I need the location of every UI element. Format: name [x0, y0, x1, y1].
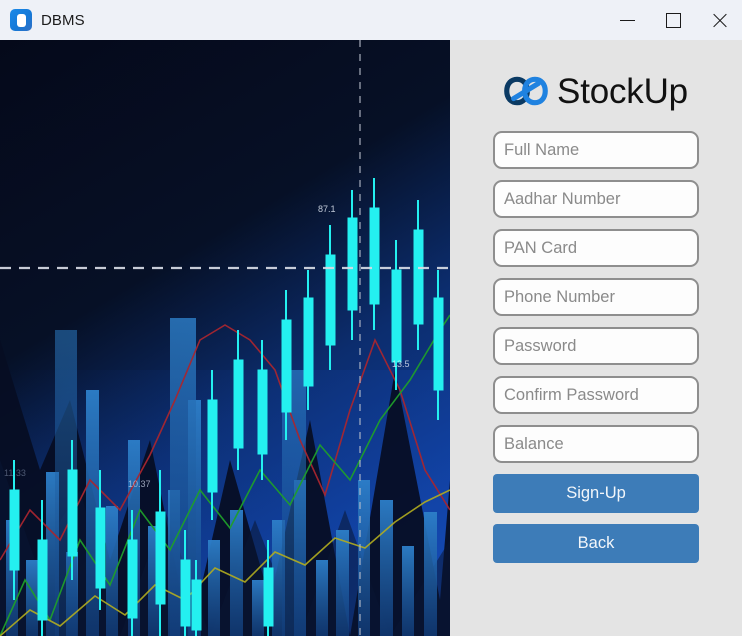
title-bar: DBMS [0, 0, 742, 40]
full-name-input[interactable] [493, 131, 699, 169]
stock-chart-illustration: 87.1 13.5 10.37 11.33 [0, 40, 450, 636]
chart-annotation-high: 87.1 [318, 204, 336, 214]
maximize-icon [665, 12, 681, 28]
back-button[interactable]: Back [493, 524, 699, 563]
close-icon [711, 12, 728, 29]
infinity-loops-logo [504, 76, 548, 106]
sign-up-button[interactable]: Sign-Up [493, 474, 699, 513]
window-title: DBMS [41, 11, 85, 29]
field-row-confirm-password [450, 365, 742, 414]
minimize-button[interactable] [604, 0, 650, 40]
window-controls [604, 0, 742, 40]
minimize-icon [619, 19, 635, 21]
maximize-button[interactable] [650, 0, 696, 40]
field-row-full-name [450, 120, 742, 169]
field-row-phone-number [450, 267, 742, 316]
balance-input[interactable] [493, 425, 699, 463]
stock-chart-artwork-panel: 87.1 13.5 10.37 11.33 [0, 40, 450, 636]
field-row-balance [450, 414, 742, 463]
button-row-sign-up: Sign-Up [450, 463, 742, 513]
field-row-aadhar-number [450, 169, 742, 218]
chart-annotation-edge: 11.33 [4, 468, 26, 478]
button-row-back: Back [450, 513, 742, 563]
phone-number-input[interactable] [493, 278, 699, 316]
field-row-password [450, 316, 742, 365]
chart-annotation-low: 10.37 [128, 479, 151, 489]
app-window: DBMS 87.1 13.5 10.37 11.33 StockUp Full … [0, 0, 742, 636]
brand-name: StockUp [557, 71, 688, 111]
signup-form-panel: StockUp Sign-Up [450, 40, 742, 636]
brand-header: StockUp [450, 62, 742, 120]
confirm-password-input[interactable] [493, 376, 699, 414]
window-content: 87.1 13.5 10.37 11.33 StockUp Full Name … [0, 40, 742, 636]
pan-card-input[interactable] [493, 229, 699, 267]
dbms-app-icon [10, 9, 32, 31]
app-icon-inner-shape [16, 13, 26, 27]
field-row-pan-card [450, 218, 742, 267]
chart-annotation-mid: 13.5 [392, 359, 410, 369]
close-button[interactable] [696, 0, 742, 40]
aadhar-number-input[interactable] [493, 180, 699, 218]
password-input[interactable] [493, 327, 699, 365]
